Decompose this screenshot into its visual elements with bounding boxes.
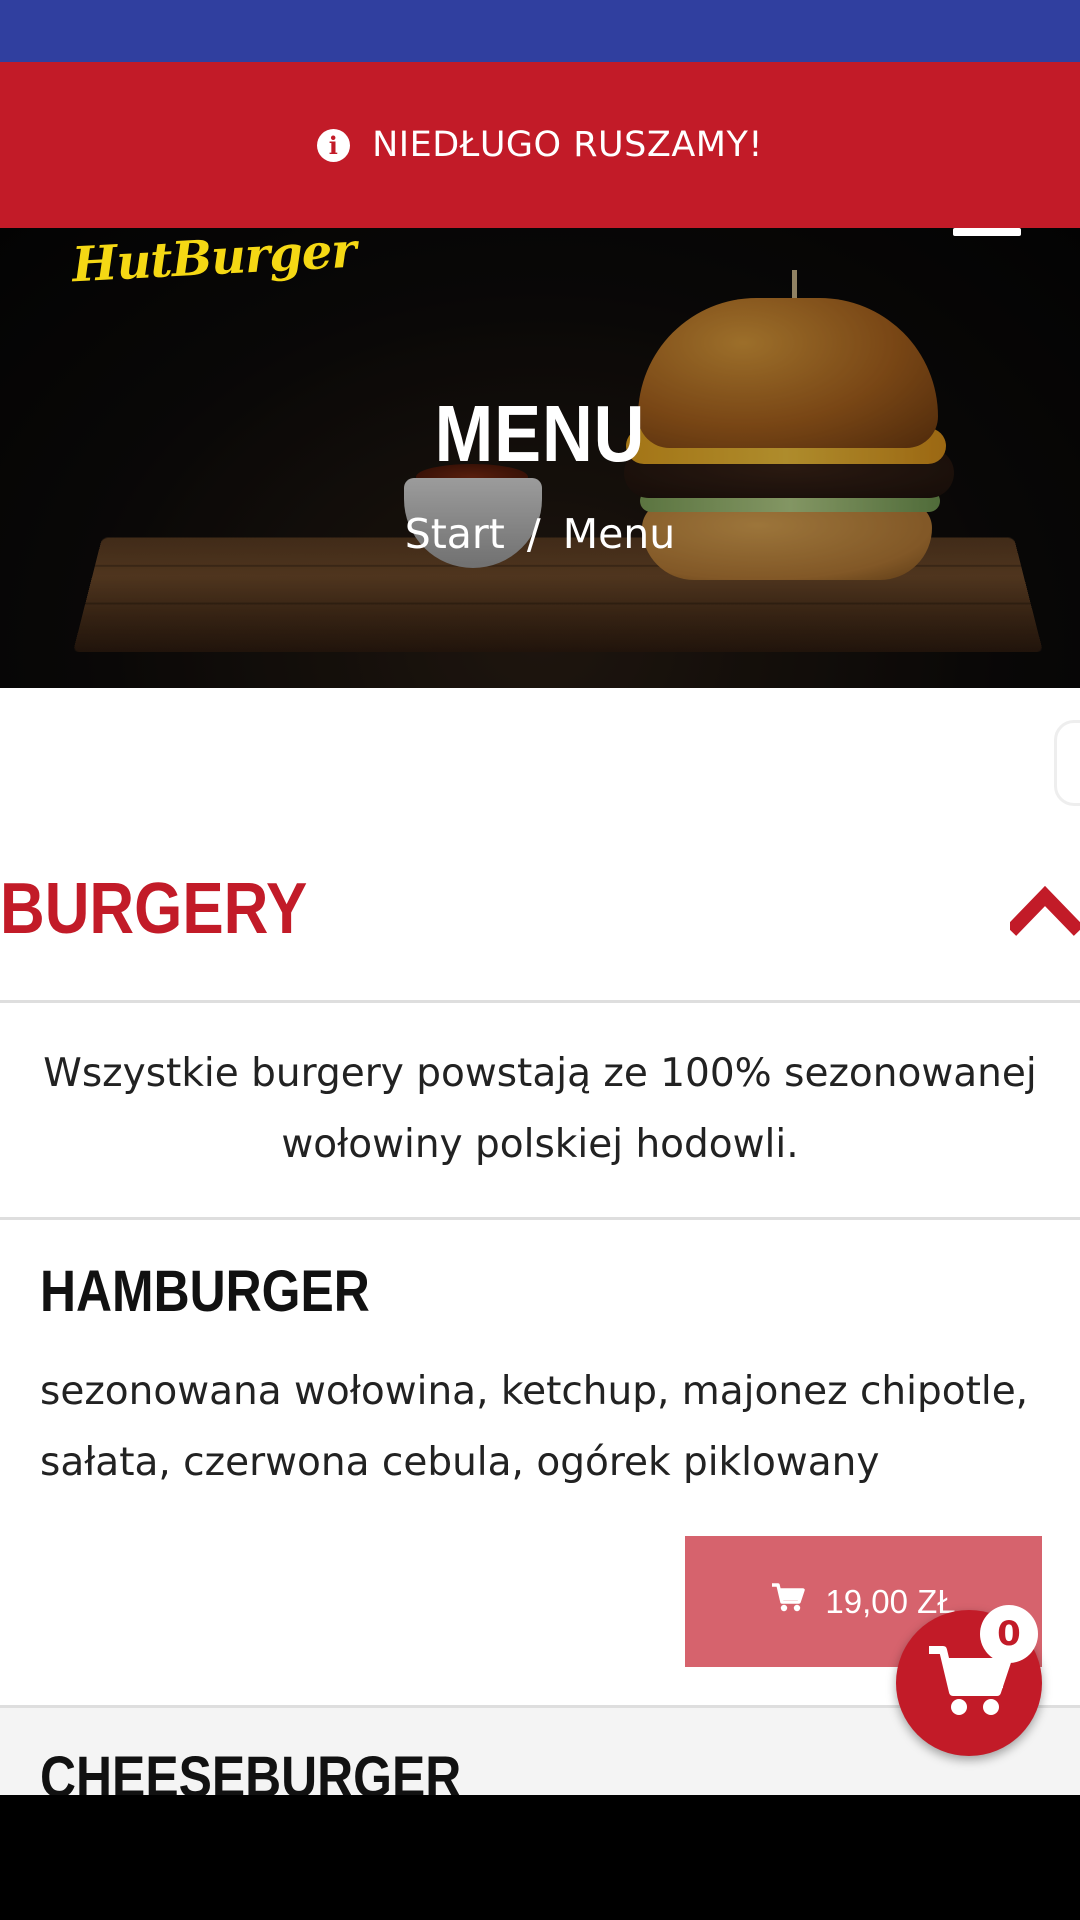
section-description: Wszystkie burgery powstają ze 100% sezon… (0, 1000, 1080, 1220)
cart-icon (771, 1582, 806, 1621)
breadcrumb-home-link[interactable]: Start (405, 510, 505, 558)
navigation-bar (0, 1795, 1080, 1920)
cart-count-badge: 0 (980, 1605, 1038, 1663)
breadcrumb-separator: / (526, 510, 541, 558)
item-description: sezonowana wołowina, ketchup, majonez ch… (40, 1369, 1029, 1485)
status-bar (0, 0, 1080, 62)
hero-banner: HutBurger MENU Start / Menu (0, 228, 1080, 688)
decorative-outline (1054, 720, 1080, 806)
info-icon: i (317, 128, 351, 162)
chevron-up-icon[interactable] (1006, 878, 1080, 938)
notice-text: NIEDŁUGO RUSZAMY! (372, 125, 763, 165)
breadcrumb: Start / Menu (0, 510, 1080, 558)
notice-banner: i NIEDŁUGO RUSZAMY! (0, 62, 1080, 228)
section-title: BURGERY (0, 869, 308, 949)
hamburger-menu-icon[interactable] (953, 228, 1021, 236)
section-header-burgery[interactable]: BURGERY (0, 848, 1080, 1003)
item-name: HAMBURGER (40, 1259, 370, 1324)
item-price: 19,00 ZŁ (825, 1582, 956, 1620)
page-title: MENU (434, 389, 646, 478)
breadcrumb-current: Menu (562, 510, 676, 558)
